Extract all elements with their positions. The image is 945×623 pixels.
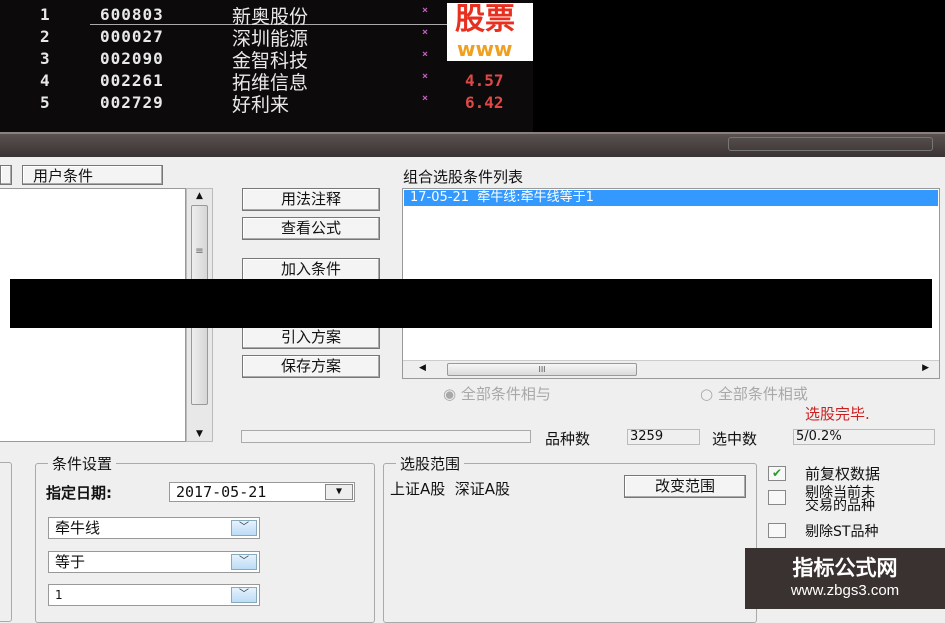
mark: × xyxy=(422,71,429,82)
radio-label: 全部条件相与 xyxy=(460,385,551,403)
code: 600803 xyxy=(100,5,164,24)
select-value: 牵牛线 xyxy=(55,519,101,537)
condition-list-label: 组合选股条件列表 xyxy=(403,168,524,186)
usage-button[interactable]: 用法注释 xyxy=(242,188,380,211)
tab-partial[interactable] xyxy=(0,165,12,185)
date-label: 指定日期: xyxy=(46,484,112,502)
radio-selected-icon: ◉ xyxy=(443,385,457,403)
chevron-down-icon[interactable]: ﹀ xyxy=(231,554,257,570)
logo: 股票 www xyxy=(447,3,535,61)
count-value: 3259 xyxy=(627,429,700,445)
select-value: 等于 xyxy=(55,553,86,571)
scroll-thumb[interactable]: III xyxy=(447,363,637,376)
option-label: 剔除当前未 交易的品种 xyxy=(805,485,875,514)
list-item[interactable]: 17-05-21 牵牛线:牵牛线等于1 xyxy=(404,190,938,206)
status-message: 选股完毕. xyxy=(805,405,870,423)
group-legend: 选股范围 xyxy=(396,453,465,474)
view-formula-button[interactable]: 查看公式 xyxy=(242,217,380,240)
window-controls[interactable] xyxy=(728,137,933,151)
left-group-edge xyxy=(0,462,12,622)
checkbox-exclude-untraded[interactable] xyxy=(768,490,786,505)
rank: 2 xyxy=(40,27,50,46)
rank: 5 xyxy=(40,93,50,112)
mark: × xyxy=(422,49,429,60)
radio-label: 全部条件相或 xyxy=(717,385,808,403)
group-legend: 条件设置 xyxy=(48,453,117,474)
selected-label: 选中数 xyxy=(712,430,758,448)
value-select[interactable]: 1 ﹀ xyxy=(48,584,260,606)
selected-value: 5/0.2% xyxy=(793,429,935,445)
horizontal-scrollbar[interactable]: ◀ III ▶ xyxy=(403,360,939,378)
rank: 3 xyxy=(40,49,50,68)
progress-bar xyxy=(241,430,531,443)
option-label: 前复权数据 xyxy=(805,465,881,483)
date-picker[interactable]: 2017-05-21 ▼ xyxy=(169,482,355,502)
stock-result-list: 1 600803 新奥股份 × 2 000027 深圳能源 × 3 002090 金智科技 × 4… xyxy=(0,0,945,142)
redaction-bar xyxy=(10,279,932,328)
watermark-title: 指标公式网 xyxy=(792,556,898,580)
condition-settings-group: 条件设置 指定日期: 2017-05-21 ▼ 牵牛线 ﹀ 等于 ﹀ 1 ﹀ xyxy=(35,453,375,623)
add-condition-button[interactable]: 加入条件 xyxy=(242,258,380,281)
import-plan-button[interactable]: 引入方案 xyxy=(242,326,380,349)
checkbox-adjusted[interactable]: ✔ xyxy=(768,466,786,481)
redaction-block xyxy=(533,0,945,142)
radio-empty-icon: ○ xyxy=(700,385,714,403)
count-label: 品种数 xyxy=(545,430,591,448)
code: 002729 xyxy=(100,93,164,112)
rank: 1 xyxy=(40,5,50,24)
range-group: 选股范围 上证A股 深证A股 改变范围 xyxy=(383,453,757,623)
code: 000027 xyxy=(100,27,164,46)
mark: × xyxy=(422,5,429,16)
code: 002261 xyxy=(100,71,164,90)
rank: 4 xyxy=(40,71,50,90)
checkbox-exclude-st[interactable] xyxy=(768,523,786,538)
range-text: 上证A股 深证A股 xyxy=(390,480,511,498)
logo-text: 股票 xyxy=(455,3,515,37)
window-titlebar xyxy=(0,132,945,157)
chevron-down-icon[interactable]: ﹀ xyxy=(231,587,257,603)
operator-select[interactable]: 等于 ﹀ xyxy=(48,551,260,573)
chevron-down-icon[interactable]: ﹀ xyxy=(231,520,257,536)
watermark-url: www.zbgs3.com xyxy=(790,582,900,599)
logo-sub: www xyxy=(457,37,513,61)
code: 002090 xyxy=(100,49,164,68)
tab-user-conditions[interactable]: 用户条件 xyxy=(22,165,163,185)
option-label: 剔除ST品种 xyxy=(805,524,879,540)
table-row[interactable]: 5 002729 好利来 × 6.42 xyxy=(0,93,540,116)
watermark: 指标公式网 www.zbgs3.com xyxy=(745,548,945,609)
mark: × xyxy=(422,27,429,38)
select-value: 1 xyxy=(55,588,63,602)
date-value: 2017-05-21 xyxy=(176,483,267,501)
price: 4.57 xyxy=(465,71,504,90)
name: 好利来 xyxy=(232,94,290,116)
indicator-select[interactable]: 牵牛线 ﹀ xyxy=(48,517,260,539)
price: 6.42 xyxy=(465,93,504,112)
change-range-button[interactable]: 改变范围 xyxy=(624,475,746,498)
radio-and[interactable]: ◉ 全部条件相与 xyxy=(443,383,551,404)
chevron-down-icon[interactable]: ▼ xyxy=(325,484,353,500)
mark: × xyxy=(422,93,429,104)
radio-or[interactable]: ○ 全部条件相或 xyxy=(700,383,808,404)
save-plan-button[interactable]: 保存方案 xyxy=(242,355,380,378)
